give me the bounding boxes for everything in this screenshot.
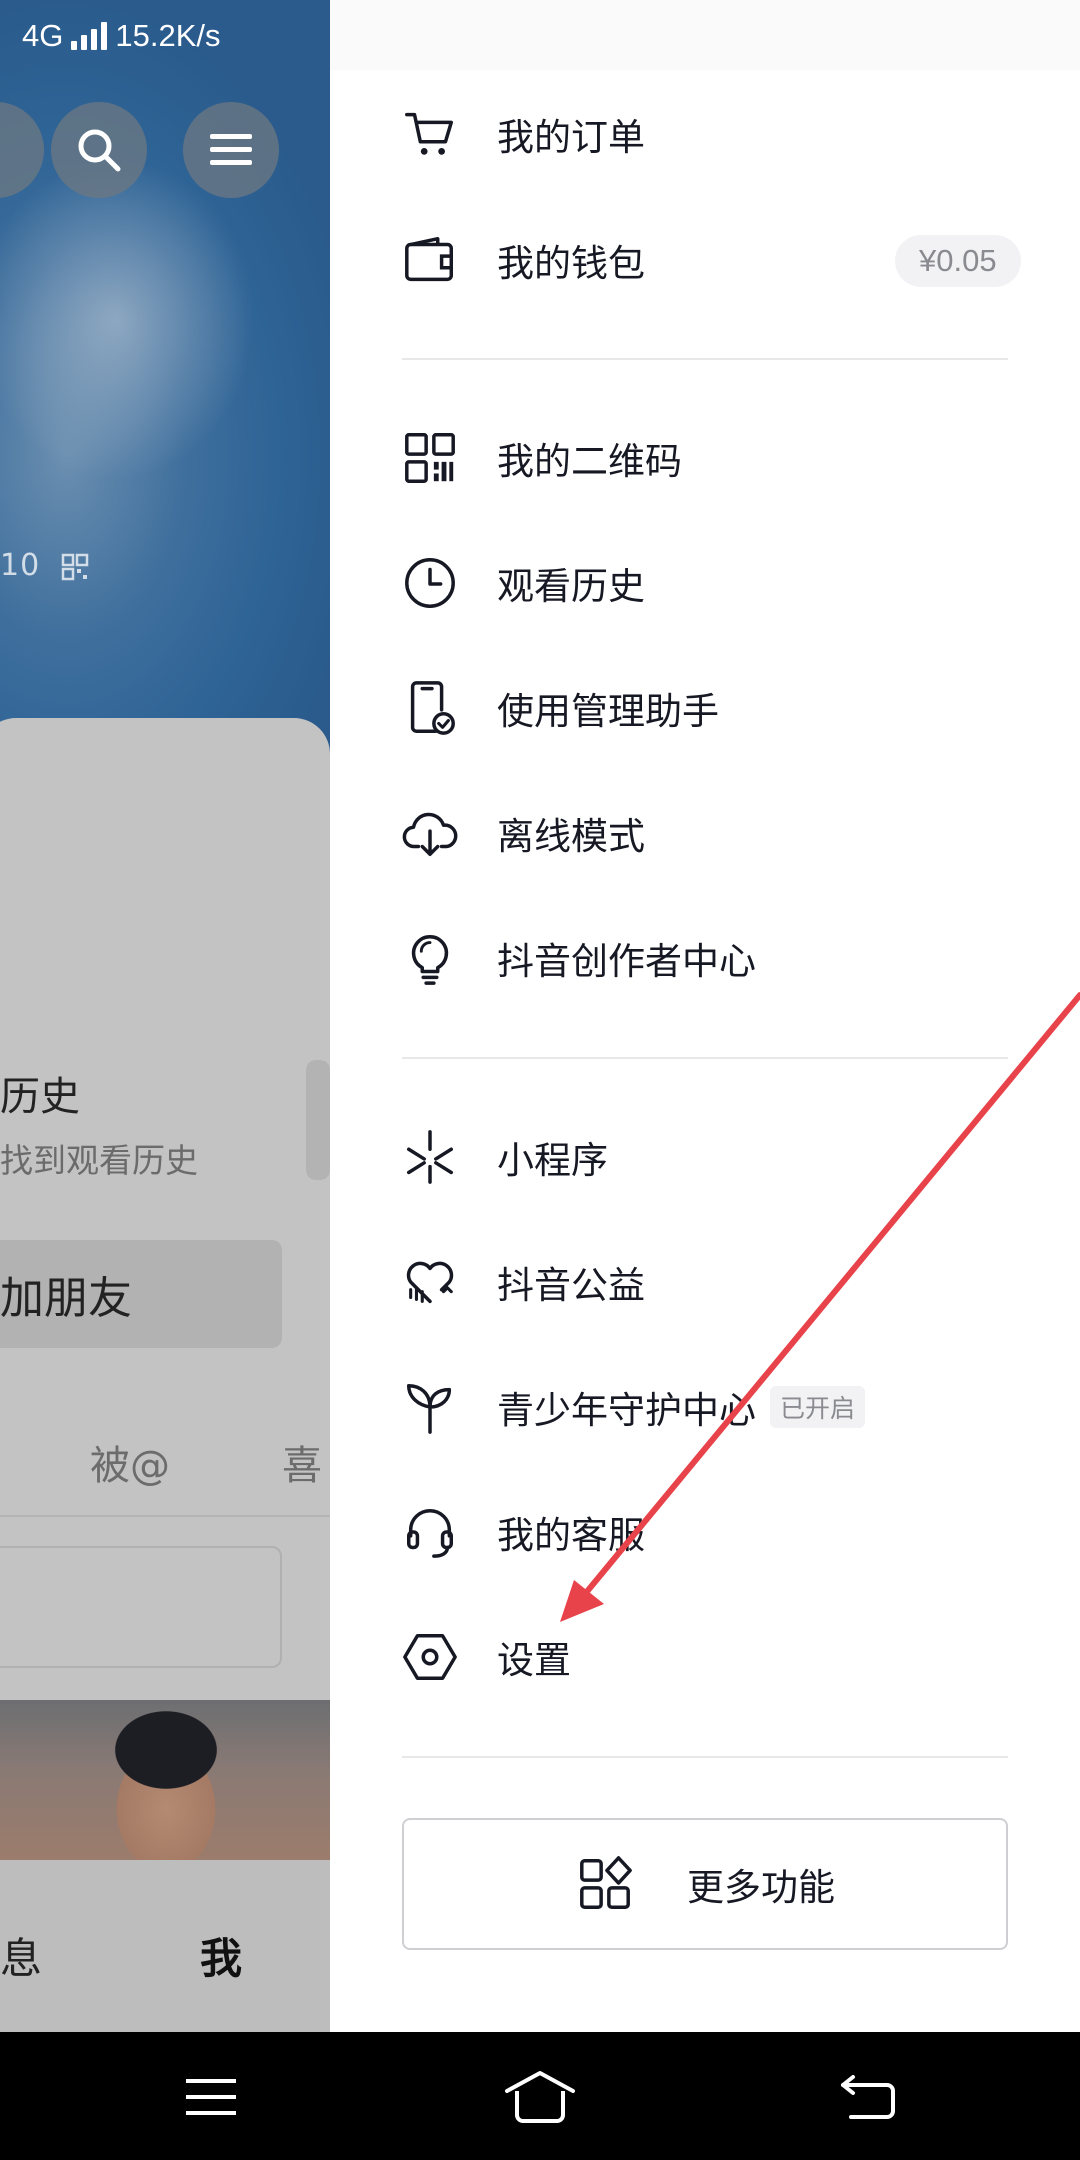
search-icon: [78, 129, 121, 172]
home-icon: [505, 2071, 575, 2123]
headset-icon: [400, 1502, 460, 1562]
video-thumbnail[interactable]: [0, 1700, 330, 1870]
tab-likes[interactable]: 喜: [282, 1433, 322, 1491]
mini-program-icon: [400, 1127, 460, 1187]
nav-me[interactable]: 我: [200, 1925, 242, 1986]
bottom-navigation: [0, 1860, 330, 2032]
side-drawer: 我的订单 我的钱包 ¥0.05 我的二维码 观看历史 使用管理助手 离线模式 抖…: [330, 0, 1080, 2032]
tabs-divider: [0, 1515, 330, 1517]
hexagon-settings-icon: [400, 1627, 460, 1687]
network-type: 4G: [22, 18, 64, 53]
wallet-icon: [400, 230, 460, 290]
qrcode-icon: [400, 428, 460, 488]
menu-item-teen-protection[interactable]: 青少年守护中心 已开启: [400, 1357, 1020, 1457]
network-speed: 15.2K/s: [115, 18, 221, 53]
profile-id: 10: [0, 548, 89, 583]
menu-item-creator-center[interactable]: 抖音创作者中心: [400, 908, 1020, 1008]
nav-messages[interactable]: 息: [0, 1925, 42, 1986]
scroll-handle: [306, 1060, 330, 1180]
clock-icon: [400, 553, 460, 613]
profile-banner: [0, 0, 330, 760]
menu-button[interactable]: [183, 102, 279, 198]
history-title: 历史: [0, 1074, 80, 1120]
menu-item-customer-service[interactable]: 我的客服: [400, 1482, 1020, 1582]
lightbulb-icon: [400, 928, 460, 988]
background-profile-page: 4G 15.2K/s 10 历史 找到观看历史 加朋友 被@ 喜 息 我: [0, 0, 330, 2032]
system-back-button[interactable]: [823, 2062, 913, 2132]
drawer-status-bar: [330, 0, 1080, 70]
menu-item-charity[interactable]: 抖音公益: [400, 1232, 1020, 1332]
phone-check-icon: [400, 678, 460, 738]
section-divider: [402, 1756, 1008, 1758]
system-home-button[interactable]: [495, 2062, 585, 2132]
teen-mode-status-badge: 已开启: [770, 1386, 866, 1428]
sprout-icon: [400, 1377, 460, 1437]
wallet-balance-badge: ¥0.05: [895, 235, 1021, 287]
apps-icon: [575, 1854, 635, 1914]
cart-icon: [400, 104, 460, 164]
menu-item-orders[interactable]: 我的订单: [400, 84, 1020, 184]
section-divider: [402, 1057, 1008, 1059]
qrcode-small-icon: [61, 553, 88, 580]
system-navigation-bar: [0, 2032, 1080, 2160]
status-bar-left: 4G 15.2K/s: [22, 18, 220, 54]
menu-icon: [186, 2079, 236, 2115]
back-icon: [841, 2075, 895, 2119]
menu-item-usage-assistant[interactable]: 使用管理助手: [400, 658, 1020, 758]
signal-icon: [71, 22, 108, 50]
menu-item-settings[interactable]: 设置: [400, 1607, 1020, 1707]
search-button[interactable]: [51, 102, 147, 198]
menu-item-offline-mode[interactable]: 离线模式: [400, 783, 1020, 883]
cloud-download-icon: [400, 803, 460, 863]
menu-item-watch-history[interactable]: 观看历史: [400, 533, 1020, 633]
heart-charity-icon: [400, 1252, 460, 1312]
content-placeholder-box: [0, 1546, 282, 1668]
system-menu-button[interactable]: [166, 2062, 256, 2132]
tab-mentions[interactable]: 被@: [90, 1433, 170, 1491]
add-friend-button[interactable]: 加朋友: [0, 1240, 282, 1348]
section-divider: [402, 358, 1008, 360]
menu-item-mini-programs[interactable]: 小程序: [400, 1107, 1020, 1207]
history-subtitle: 找到观看历史: [0, 1141, 198, 1180]
more-features-button[interactable]: 更多功能: [402, 1818, 1008, 1950]
hamburger-icon: [210, 134, 252, 165]
avatar-illustration: [96, 1710, 236, 1870]
menu-item-qrcode[interactable]: 我的二维码: [400, 408, 1020, 508]
